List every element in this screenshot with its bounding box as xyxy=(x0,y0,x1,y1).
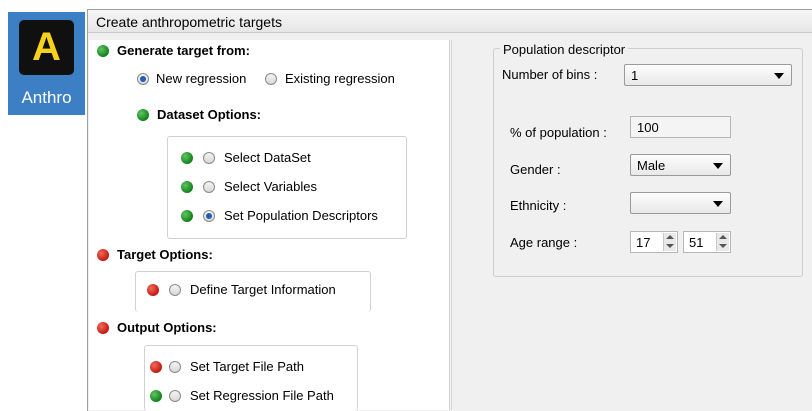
ethnicity-dropdown[interactable] xyxy=(630,192,731,214)
chevron-up-icon[interactable] xyxy=(719,235,727,239)
chevron-down-icon xyxy=(713,201,723,207)
regression-file-path-radio[interactable] xyxy=(169,390,181,402)
dataset-status-icon xyxy=(137,109,149,121)
new-regression-radio[interactable] xyxy=(137,73,149,85)
new-regression-label[interactable]: New regression xyxy=(156,71,246,86)
age-min-stepper[interactable]: 17 xyxy=(630,231,678,253)
percent-population-field[interactable]: 100 xyxy=(630,116,731,138)
chevron-down-icon xyxy=(774,73,784,79)
age-max-stepper[interactable]: 51 xyxy=(683,231,731,253)
panel-splitter[interactable] xyxy=(451,40,458,410)
chevron-down-icon xyxy=(713,163,723,169)
percent-population-value: 100 xyxy=(637,120,659,135)
target-file-path-label[interactable]: Set Target File Path xyxy=(190,359,304,374)
chevron-down-icon[interactable] xyxy=(719,244,727,248)
target-file-path-radio[interactable] xyxy=(169,361,181,373)
ethnicity-label: Ethnicity : xyxy=(510,198,567,213)
chevron-up-icon[interactable] xyxy=(666,235,674,239)
generate-status-icon xyxy=(97,45,109,57)
gender-value: Male xyxy=(637,158,666,173)
percent-population-label: % of population : xyxy=(510,125,607,140)
regression-file-path-label[interactable]: Set Regression File Path xyxy=(190,388,334,403)
age-max-value: 51 xyxy=(689,235,704,250)
existing-regression-label[interactable]: Existing regression xyxy=(285,71,395,86)
age-range-label: Age range : xyxy=(510,235,578,250)
dataset-options-heading: Dataset Options: xyxy=(157,107,262,122)
target-status-icon xyxy=(97,249,109,261)
select-dataset-status-icon xyxy=(181,152,193,164)
select-variables-status-icon xyxy=(181,181,193,193)
target-options-heading: Target Options: xyxy=(117,247,213,262)
select-variables-radio[interactable] xyxy=(203,181,215,193)
generate-target-heading: Generate target from: xyxy=(117,43,250,58)
define-target-label[interactable]: Define Target Information xyxy=(190,282,336,297)
select-variables-label[interactable]: Select Variables xyxy=(224,179,317,194)
anthro-logo-icon: A xyxy=(19,20,74,75)
gender-label: Gender : xyxy=(510,162,561,177)
number-of-bins-value: 1 xyxy=(631,68,639,83)
gender-dropdown[interactable]: Male xyxy=(630,154,731,176)
age-min-value: 17 xyxy=(636,235,651,250)
define-target-status-icon xyxy=(147,284,159,296)
chevron-down-icon[interactable] xyxy=(666,244,674,248)
select-dataset-radio[interactable] xyxy=(203,152,215,164)
number-of-bins-dropdown[interactable]: 1 xyxy=(624,64,792,86)
regression-file-path-status-icon xyxy=(150,390,162,402)
age-max-spin-buttons[interactable] xyxy=(716,233,729,251)
population-descriptor-title: Population descriptor xyxy=(500,42,629,57)
age-min-spin-buttons[interactable] xyxy=(663,233,676,251)
define-target-radio[interactable] xyxy=(169,284,181,296)
output-status-icon xyxy=(97,322,109,334)
number-of-bins-label: Number of bins : xyxy=(502,67,598,82)
window-title: Create anthropometric targets xyxy=(96,14,282,30)
select-dataset-label[interactable]: Select DataSet xyxy=(224,150,311,165)
population-descriptors-label[interactable]: Set Population Descriptors xyxy=(224,208,378,223)
population-descriptors-radio[interactable] xyxy=(203,210,215,222)
app-tile-label: Anthro xyxy=(21,88,72,107)
population-descriptors-status-icon xyxy=(181,210,193,222)
target-file-path-status-icon xyxy=(150,361,162,373)
output-options-heading: Output Options: xyxy=(117,320,217,335)
existing-regression-radio[interactable] xyxy=(265,73,277,85)
